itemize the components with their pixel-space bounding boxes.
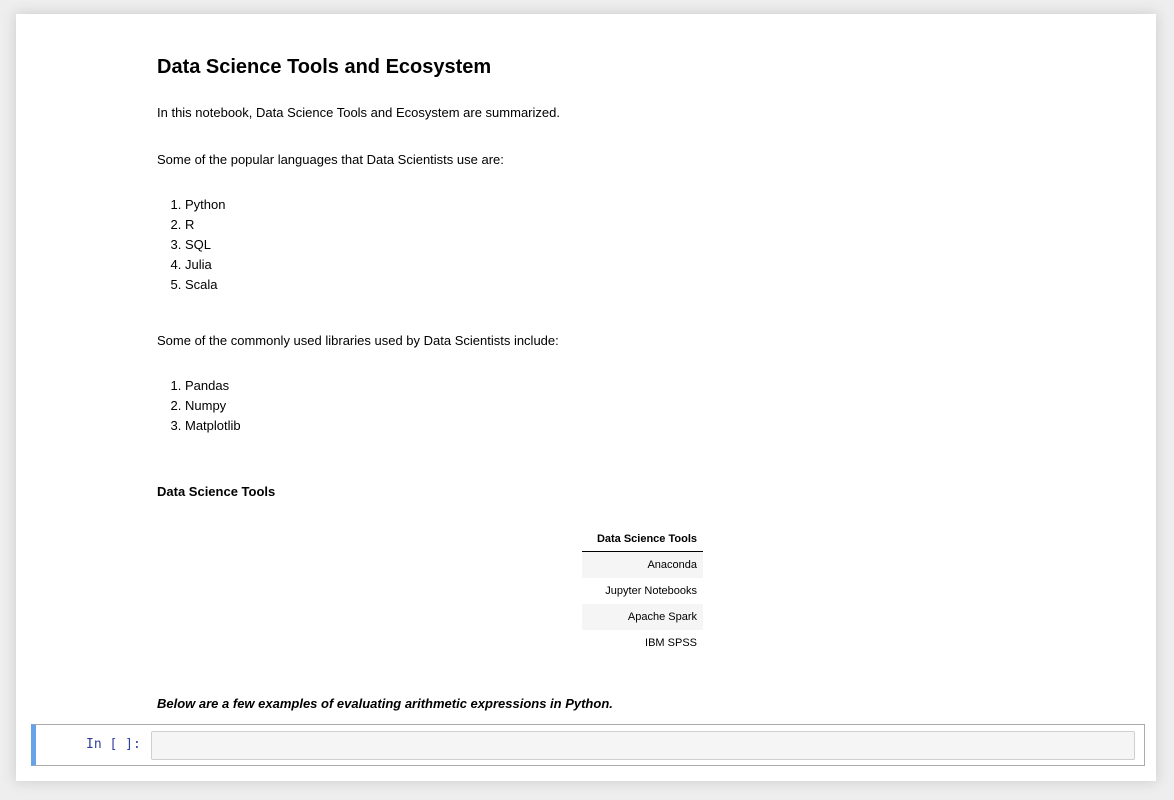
table-cell: Apache Spark bbox=[627, 611, 697, 623]
table-row: Jupyter Notebooks bbox=[582, 578, 703, 604]
libraries-list: Pandas Numpy Matplotlib bbox=[157, 376, 241, 436]
list-item: Julia bbox=[185, 255, 225, 275]
table-cell: Anaconda bbox=[647, 559, 697, 571]
tools-heading: Data Science Tools bbox=[157, 484, 276, 499]
intro-text: In this notebook, Data Science Tools and… bbox=[157, 105, 560, 120]
page-title: Data Science Tools and Ecosystem bbox=[157, 56, 492, 78]
notebook-container: Data Science Tools and Ecosystem In this… bbox=[16, 14, 1156, 781]
table-cell: Jupyter Notebooks bbox=[605, 585, 697, 597]
list-item: SQL bbox=[185, 235, 225, 255]
code-input[interactable] bbox=[151, 731, 1135, 760]
table-row: Apache Spark bbox=[582, 604, 703, 630]
list-item: R bbox=[185, 215, 225, 235]
code-cell[interactable]: In [ ]: bbox=[31, 724, 1145, 766]
list-item: Numpy bbox=[185, 396, 241, 416]
list-item: Python bbox=[185, 195, 225, 215]
cell-prompt: In [ ]: bbox=[86, 737, 141, 752]
list-item: Pandas bbox=[185, 376, 241, 396]
libraries-intro: Some of the commonly used libraries used… bbox=[157, 333, 559, 348]
table-row: Anaconda bbox=[582, 551, 703, 578]
arithmetic-note: Below are a few examples of evaluating a… bbox=[157, 696, 613, 711]
table-header: Data Science Tools bbox=[582, 526, 703, 552]
table-row: IBM SPSS bbox=[582, 630, 703, 656]
languages-list: Python R SQL Julia Scala bbox=[157, 195, 225, 295]
list-item: Matplotlib bbox=[185, 416, 241, 436]
languages-intro: Some of the popular languages that Data … bbox=[157, 152, 504, 167]
tools-table: Data Science Tools Anaconda Jupyter Note… bbox=[582, 526, 703, 656]
table-cell: IBM SPSS bbox=[645, 637, 697, 649]
list-item: Scala bbox=[185, 275, 225, 295]
